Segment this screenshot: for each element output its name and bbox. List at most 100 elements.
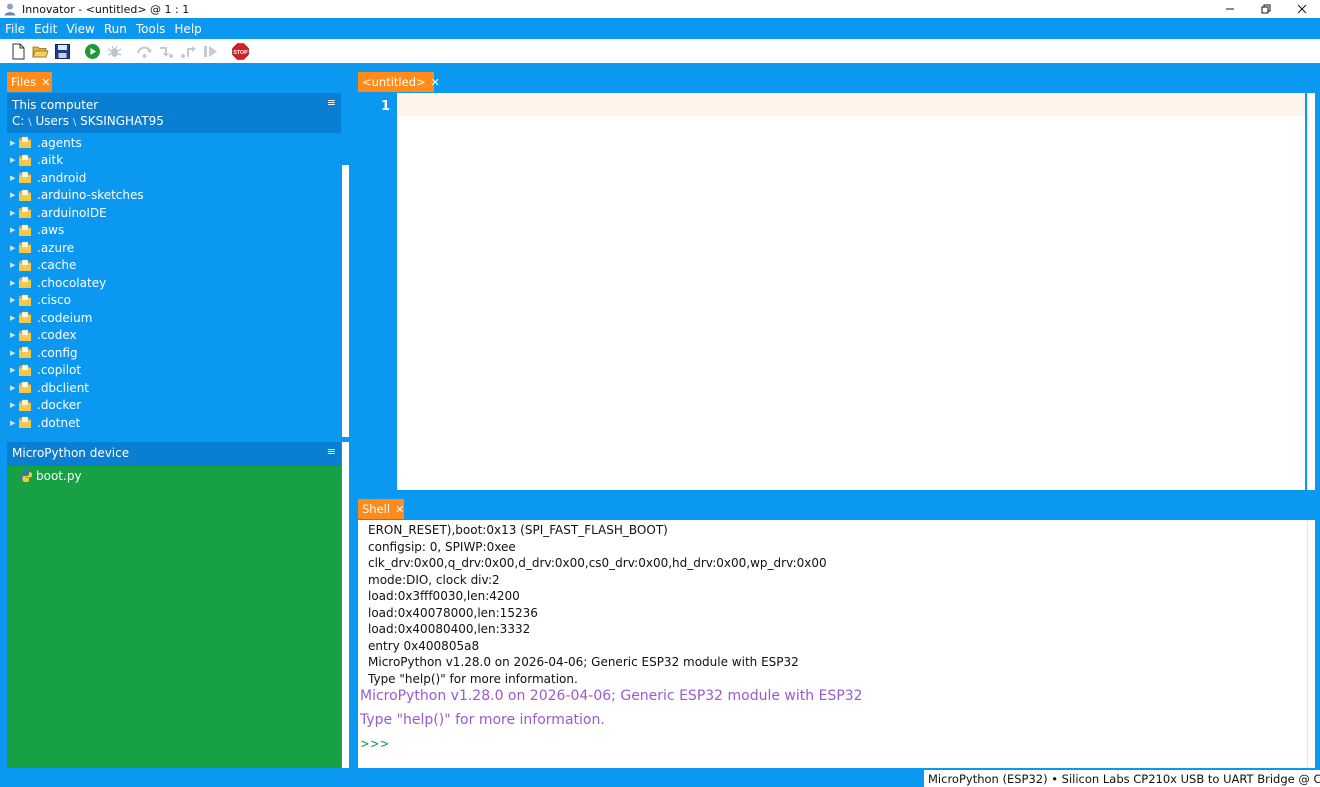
expand-arrow-icon[interactable]: ▶: [10, 174, 18, 182]
expand-arrow-icon[interactable]: ▶: [10, 191, 18, 199]
menu-file[interactable]: File: [4, 22, 26, 36]
line-number-gutter: 1: [358, 93, 396, 490]
file-list-item[interactable]: ▶ .chocolatey: [7, 274, 341, 292]
files-scrollbar-thumb[interactable]: [342, 93, 349, 165]
device-file-name: boot.py: [36, 469, 82, 483]
file-list-item[interactable]: ▶ .dbclient: [7, 379, 341, 397]
expand-arrow-icon[interactable]: ▶: [10, 226, 18, 234]
file-list-item[interactable]: ▶ .config: [7, 344, 341, 362]
files-scrollbar[interactable]: [342, 93, 349, 437]
expand-arrow-icon[interactable]: ▶: [10, 139, 18, 147]
device-file-item[interactable]: boot.py: [19, 469, 82, 483]
files-header-title: This computer: [12, 98, 99, 112]
minimize-button[interactable]: [1212, 0, 1248, 18]
file-list-item-label: .copilot: [37, 363, 82, 378]
window-title: Innovator - <untitled> @ 1 : 1: [22, 2, 190, 16]
file-list-item-label: .codex: [37, 328, 77, 343]
device-panel: MicroPython device ≡ boot.py: [7, 442, 341, 768]
interpreter-status[interactable]: MicroPython (ESP32) • Silicon Labs CP210…: [928, 772, 1320, 786]
shell-banner-version: MicroPython v1.28.0 on 2026-04-06; Gener…: [360, 688, 863, 704]
expand-arrow-icon[interactable]: ▶: [10, 366, 18, 374]
menu-help[interactable]: Help: [173, 22, 202, 36]
tab-files[interactable]: Files ✕: [7, 72, 52, 92]
file-list-item[interactable]: ▶ .arduinoIDE: [7, 204, 341, 222]
shell-output-line: MicroPython v1.28.0 on 2026-04-06; Gener…: [368, 655, 799, 669]
resume-button[interactable]: [199, 40, 221, 62]
shell-panel[interactable]: ERON_RESET),boot:0x13 (SPI_FAST_FLASH_BO…: [358, 520, 1315, 768]
shell-output-line: mode:DIO, clock div:2: [368, 572, 500, 587]
tab-untitled[interactable]: <untitled> ✕: [358, 72, 440, 92]
save-button[interactable]: [51, 40, 73, 62]
shell-scrollbar[interactable]: [1307, 520, 1315, 768]
folder-icon: [19, 382, 31, 394]
menu-edit[interactable]: Edit: [33, 22, 58, 36]
file-list-item[interactable]: ▶ .agents: [7, 134, 341, 152]
tab-shell-close-icon[interactable]: ✕: [395, 503, 404, 516]
device-header-title: MicroPython device: [12, 446, 130, 460]
expand-arrow-icon[interactable]: ▶: [10, 401, 18, 409]
expand-arrow-icon[interactable]: ▶: [10, 244, 18, 252]
restore-button[interactable]: [1248, 0, 1284, 18]
expand-arrow-icon[interactable]: ▶: [10, 349, 18, 357]
close-window-button[interactable]: [1284, 0, 1320, 18]
breadcrumb-users[interactable]: Users: [35, 114, 69, 128]
run-icon: [84, 43, 100, 59]
file-list-item-label: .arduinoIDE: [37, 205, 107, 220]
tab-shell[interactable]: Shell ✕: [358, 499, 404, 519]
expand-arrow-icon[interactable]: ▶: [10, 279, 18, 287]
file-list-item[interactable]: ▶ .aws: [7, 222, 341, 240]
expand-arrow-icon[interactable]: ▶: [10, 209, 18, 217]
breadcrumb-drive[interactable]: C:: [12, 114, 24, 128]
stop-icon: STOP: [231, 42, 249, 60]
breadcrumb-user[interactable]: SKSINGHAT95: [80, 114, 164, 128]
open-file-button[interactable]: [29, 40, 51, 62]
menu-view[interactable]: View: [65, 22, 95, 36]
file-list-item[interactable]: ▶ .arduino-sketches: [7, 187, 341, 205]
code-text-area[interactable]: [397, 93, 1305, 490]
shell-prompt[interactable]: >>>: [361, 737, 390, 752]
expand-arrow-icon[interactable]: ▶: [10, 419, 18, 427]
menu-tools[interactable]: Tools: [135, 22, 167, 36]
shell-output-line: load:0x3fff0030,len:4200: [368, 589, 520, 603]
step-over-button[interactable]: [133, 40, 155, 62]
debug-icon: [107, 45, 121, 57]
status-bar[interactable]: MicroPython (ESP32) • Silicon Labs CP210…: [924, 770, 1320, 787]
file-list-item[interactable]: ▶ .codeium: [7, 309, 341, 327]
file-list-item[interactable]: ▶ .dotnet: [7, 414, 341, 432]
tab-untitled-close-icon[interactable]: ✕: [431, 76, 440, 89]
expand-arrow-icon[interactable]: ▶: [10, 261, 18, 269]
file-list-item[interactable]: ▶ .codex: [7, 327, 341, 345]
device-menu-icon[interactable]: ≡: [327, 445, 336, 458]
files-list: ▶ .agents ▶ .aitk ▶ .android ▶ .arduino-sketche…: [7, 134, 341, 432]
device-scrollbar[interactable]: [342, 442, 349, 768]
file-list-item[interactable]: ▶ .android: [7, 169, 341, 187]
expand-arrow-icon[interactable]: ▶: [10, 384, 18, 392]
file-list-item[interactable]: ▶ .aitk: [7, 152, 341, 170]
debug-button[interactable]: [103, 40, 125, 62]
menu-run[interactable]: Run: [103, 22, 128, 36]
run-button[interactable]: [81, 40, 103, 62]
stop-button[interactable]: STOP: [229, 40, 251, 62]
step-into-button[interactable]: [155, 40, 177, 62]
expand-arrow-icon[interactable]: ▶: [10, 156, 18, 164]
tab-files-close-icon[interactable]: ✕: [41, 76, 50, 89]
shell-output: ERON_RESET),boot:0x13 (SPI_FAST_FLASH_BO…: [368, 522, 1298, 687]
file-list-item[interactable]: ▶ .copilot: [7, 362, 341, 380]
file-list-item[interactable]: ▶ .azure: [7, 239, 341, 257]
file-list-item[interactable]: ▶ .cisco: [7, 292, 341, 310]
expand-arrow-icon[interactable]: ▶: [10, 296, 18, 304]
file-list-item[interactable]: ▶ .docker: [7, 397, 341, 415]
shell-output-line: entry 0x400805a8: [368, 638, 480, 653]
step-out-button[interactable]: [177, 40, 199, 62]
folder-icon: [19, 189, 31, 201]
file-list-item[interactable]: ▶ .cache: [7, 257, 341, 275]
toolbar: STOP: [0, 39, 1320, 63]
folder-icon: [19, 294, 31, 306]
expand-arrow-icon[interactable]: ▶: [10, 314, 18, 322]
folder-icon: [19, 172, 31, 184]
editor-scrollbar[interactable]: [1307, 93, 1315, 490]
files-menu-icon[interactable]: ≡: [327, 96, 336, 109]
folder-icon: [19, 224, 31, 236]
expand-arrow-icon[interactable]: ▶: [10, 331, 18, 339]
new-file-button[interactable]: [7, 40, 29, 62]
